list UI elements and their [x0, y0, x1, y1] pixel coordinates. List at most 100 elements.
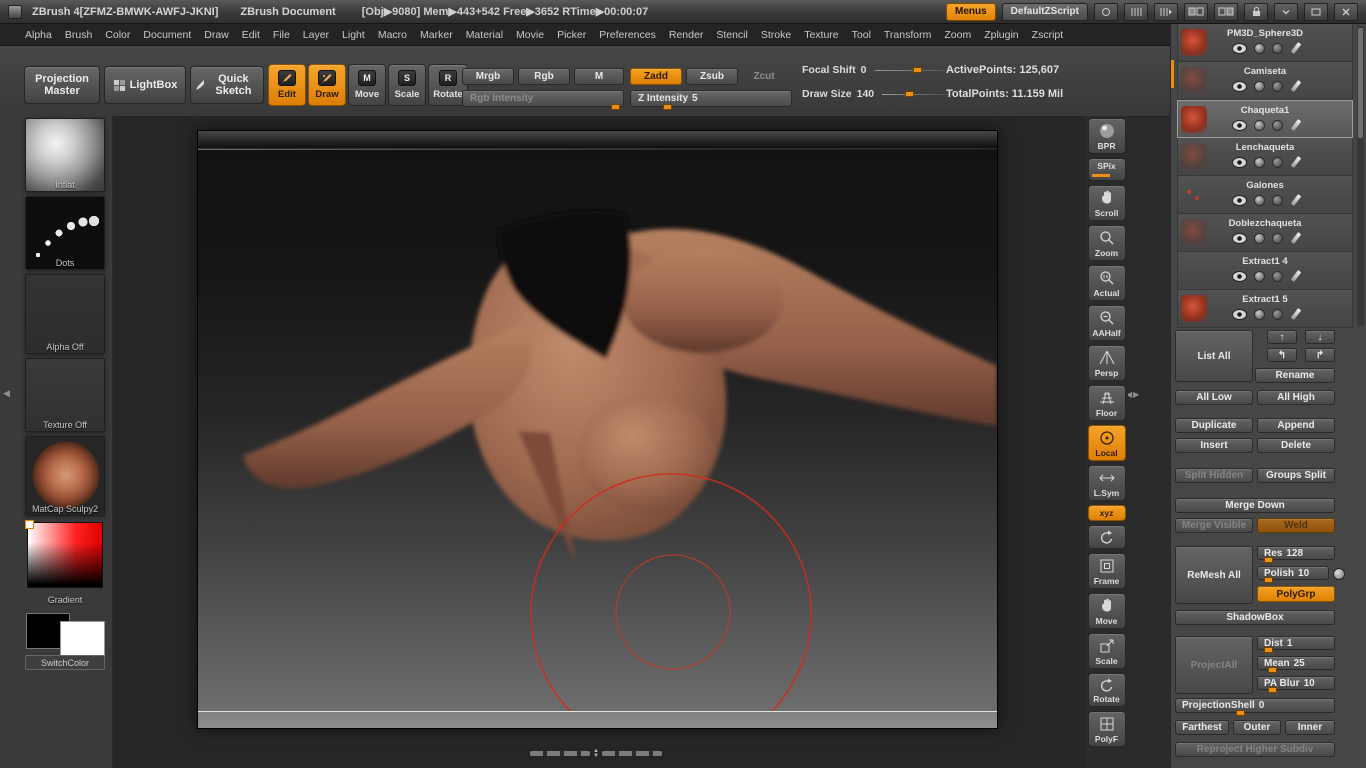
frame-button[interactable]: Frame	[1087, 553, 1126, 589]
scrollbar-thumb[interactable]	[1358, 28, 1363, 138]
zoom-button[interactable]: Zoom	[1087, 225, 1126, 261]
pa-blur-handle[interactable]	[1268, 687, 1277, 693]
menu-item-tool[interactable]: Tool	[852, 29, 871, 41]
menu-item-edit[interactable]: Edit	[242, 29, 260, 41]
visibility-eye-icon[interactable]	[1232, 156, 1247, 168]
uv-toggle-icon[interactable]	[1272, 42, 1283, 54]
stroke-selector[interactable]: Dots	[25, 196, 105, 270]
aahalf-button[interactable]: AAHalf	[1087, 305, 1126, 341]
projection-shell-handle[interactable]	[1236, 710, 1245, 716]
res-slider[interactable]: Res 128	[1257, 546, 1335, 563]
rgb-button[interactable]: Rgb	[518, 68, 570, 85]
edit-pen-icon[interactable]	[1290, 156, 1302, 168]
rgb-intensity-slider[interactable]: Rgb Intensity	[462, 90, 624, 110]
polypaint-toggle-icon[interactable]	[1254, 42, 1265, 54]
remesh-all-button[interactable]: ReMesh All	[1175, 546, 1253, 604]
menu-item-transform[interactable]: Transform	[884, 29, 931, 41]
visibility-eye-icon[interactable]	[1232, 232, 1247, 244]
spix-handle[interactable]	[1091, 174, 1110, 177]
merge-down-button[interactable]: Merge Down	[1175, 498, 1335, 513]
menu-item-color[interactable]: Color	[105, 29, 130, 41]
lightbox-button[interactable]: LightBox	[104, 66, 186, 104]
dock-right-screens-icon[interactable]	[1214, 2, 1238, 21]
m-button[interactable]: M	[574, 68, 624, 85]
polypaint-toggle-icon[interactable]	[1254, 119, 1265, 131]
lsym-button[interactable]: L.Sym	[1087, 465, 1126, 501]
append-button[interactable]: Append	[1257, 418, 1335, 433]
persp-button[interactable]: Persp	[1087, 345, 1126, 381]
scrollbar-dashes[interactable]	[530, 751, 591, 756]
subtool-move-up-button[interactable]: ↰	[1267, 348, 1297, 362]
subtool-item[interactable]: Doblezchaqueta	[1177, 214, 1353, 252]
xyz-axis-button[interactable]: xyz	[1087, 505, 1126, 521]
uv-toggle-icon[interactable]	[1272, 80, 1283, 92]
scale-mode-button[interactable]: S Scale	[388, 64, 426, 106]
menu-item-stroke[interactable]: Stroke	[761, 29, 791, 41]
list-all-button[interactable]: List All	[1175, 330, 1253, 382]
hide-ui-icon[interactable]	[1274, 2, 1298, 21]
palette-bars-arrow-icon[interactable]	[1154, 2, 1178, 21]
visibility-eye-icon[interactable]	[1232, 308, 1247, 320]
dock-left-screens-icon[interactable]	[1184, 2, 1208, 21]
subtool-item[interactable]: Camiseta	[1177, 62, 1353, 100]
z-intensity-handle[interactable]	[663, 104, 672, 110]
brush-selector[interactable]: Inflat	[25, 118, 105, 192]
menu-item-document[interactable]: Document	[143, 29, 191, 41]
rotate-canvas-button[interactable]	[1087, 525, 1126, 549]
color-gradient-square[interactable]	[27, 522, 103, 588]
floor-button[interactable]: Floor	[1087, 385, 1126, 421]
document-canvas[interactable]	[197, 130, 998, 729]
texture-selector[interactable]: Texture Off	[25, 358, 105, 432]
subtool-scrollbar[interactable]	[1357, 26, 1364, 326]
shadowbox-button[interactable]: ShadowBox	[1175, 610, 1335, 625]
visibility-eye-icon[interactable]	[1232, 270, 1247, 282]
edit-pen-icon[interactable]	[1290, 80, 1302, 92]
color-picker[interactable]: Gradient	[25, 520, 105, 606]
polypaint-toggle-icon[interactable]	[1254, 156, 1265, 168]
edit-pen-icon[interactable]	[1290, 194, 1302, 206]
uv-toggle-icon[interactable]	[1272, 232, 1283, 244]
uv-toggle-icon[interactable]	[1272, 308, 1283, 320]
edit-pen-icon[interactable]	[1290, 308, 1302, 320]
actual-size-button[interactable]: Actual	[1087, 265, 1126, 301]
close-icon[interactable]	[1334, 2, 1358, 21]
move-mode-button[interactable]: M Move	[348, 64, 386, 106]
subtool-item[interactable]: Lenchaqueta	[1177, 138, 1353, 176]
menu-item-alpha[interactable]: Alpha	[25, 29, 52, 41]
menu-item-marker[interactable]: Marker	[420, 29, 453, 41]
draw-mode-button[interactable]: Draw	[308, 64, 346, 106]
edit-mode-button[interactable]: Edit	[268, 64, 306, 106]
polish-slider[interactable]: Polish 10	[1257, 566, 1329, 583]
menu-item-texture[interactable]: Texture	[804, 29, 838, 41]
focal-shift-handle[interactable]	[912, 66, 922, 73]
res-handle[interactable]	[1264, 557, 1273, 563]
mean-handle[interactable]	[1268, 667, 1277, 673]
rotate-view-button[interactable]: Rotate	[1087, 673, 1126, 707]
menu-item-brush[interactable]: Brush	[65, 29, 92, 41]
switch-color-button[interactable]: SwitchColor	[25, 655, 105, 670]
scrollbar-dashes[interactable]	[601, 751, 663, 756]
uv-toggle-icon[interactable]	[1272, 270, 1283, 282]
groups-split-button[interactable]: Groups Split	[1257, 468, 1335, 483]
polypaint-toggle-icon[interactable]	[1254, 232, 1265, 244]
projection-master-button[interactable]: Projection Master	[24, 66, 100, 104]
subtool-item[interactable]: Galones	[1177, 176, 1353, 214]
subtool-up-button[interactable]: ↑	[1267, 330, 1297, 344]
scroll-down-icon[interactable]: ▼	[593, 753, 599, 759]
scroll-button[interactable]: Scroll	[1087, 185, 1126, 221]
left-tray-collapse-icon[interactable]: ◀	[3, 388, 10, 399]
polyframe-button[interactable]: PolyF	[1087, 711, 1126, 747]
edit-pen-icon[interactable]	[1290, 270, 1302, 282]
move-canvas-button[interactable]: Move	[1087, 593, 1126, 629]
zsub-button[interactable]: Zsub	[686, 68, 738, 85]
spix-slider[interactable]: SPix	[1087, 158, 1126, 181]
default-zscript-button[interactable]: DefaultZScript	[1001, 2, 1088, 21]
outer-button[interactable]: Outer	[1233, 720, 1281, 735]
visibility-eye-icon[interactable]	[1232, 80, 1247, 92]
dist-slider[interactable]: Dist 1	[1257, 636, 1335, 653]
canvas-horizontal-scrollbar[interactable]: ▲ ▼	[530, 748, 663, 759]
edit-pen-icon[interactable]	[1290, 42, 1302, 54]
timeline-circle-icon[interactable]	[1094, 2, 1118, 21]
subtool-item-selected[interactable]: Chaqueta1	[1177, 100, 1353, 138]
polypaint-toggle-icon[interactable]	[1254, 270, 1265, 282]
